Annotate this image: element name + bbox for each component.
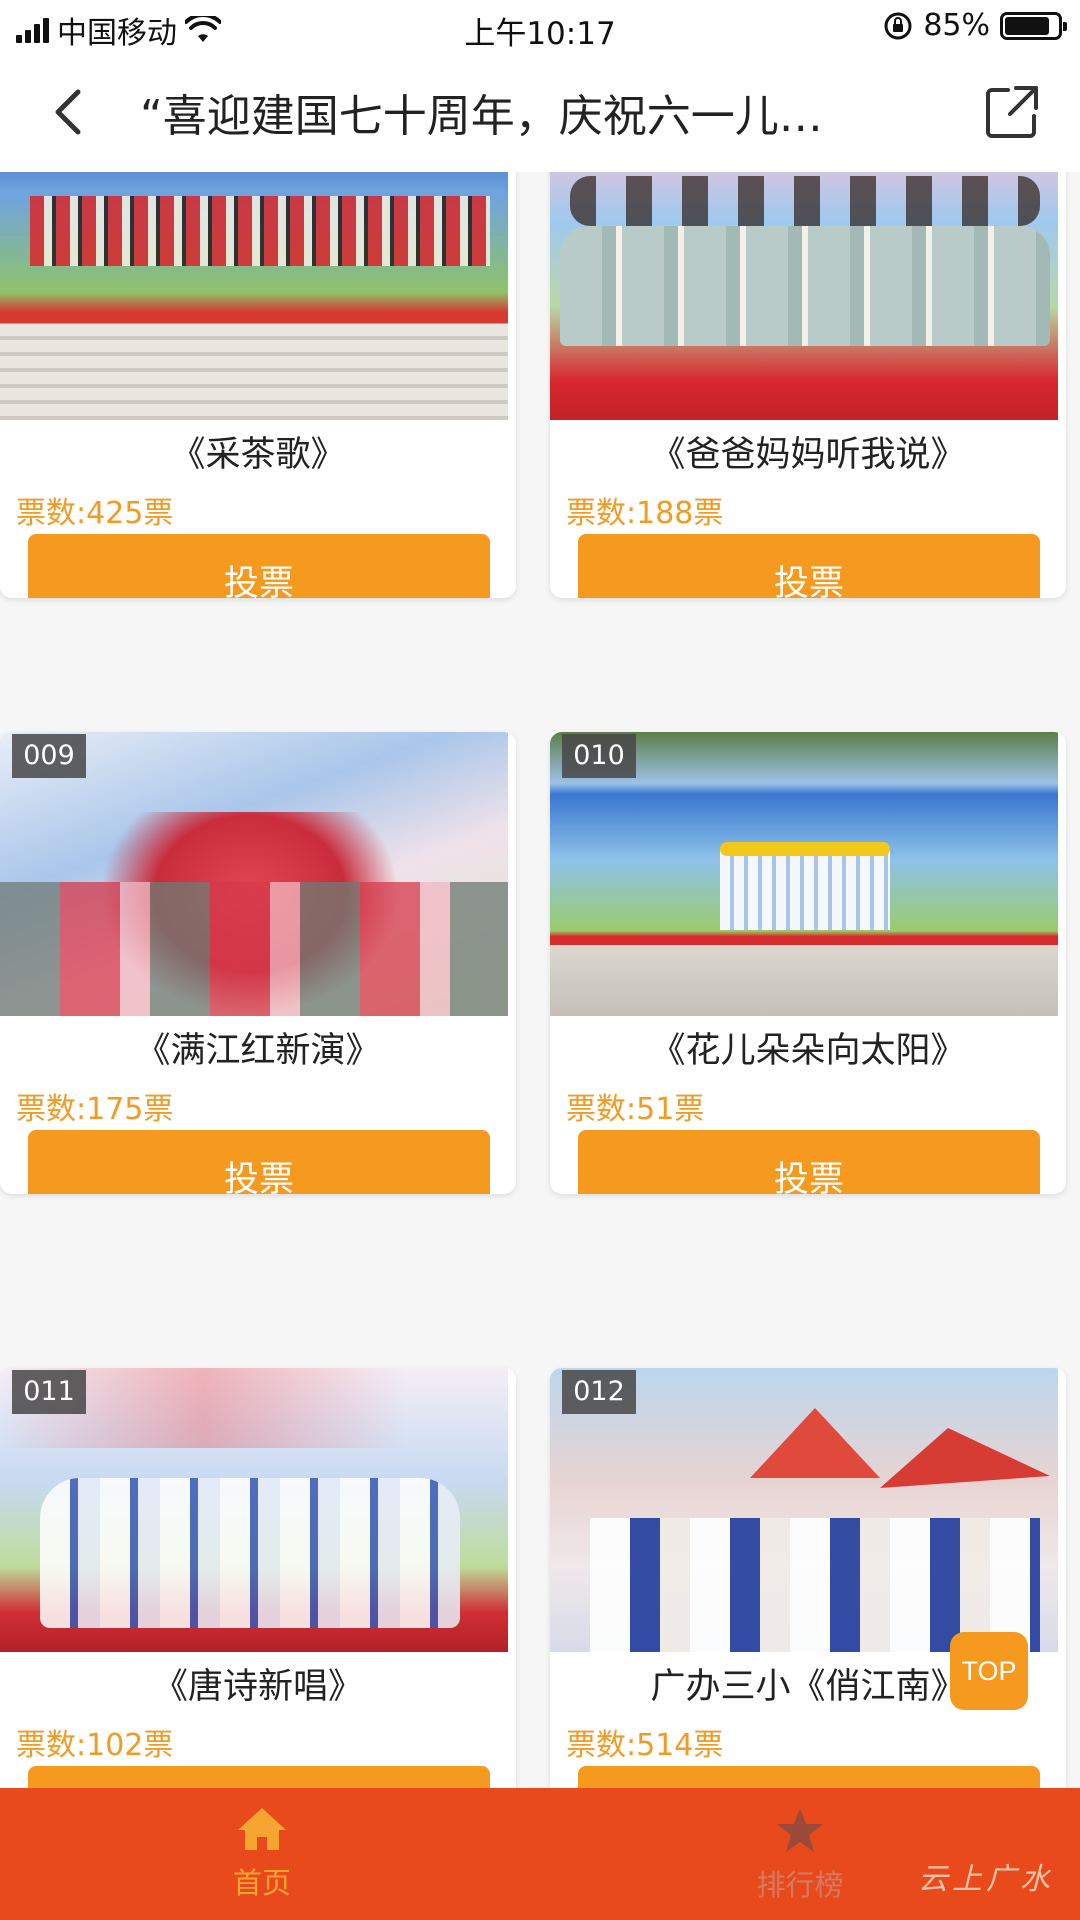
vote-button[interactable]: 投票 [28,1130,490,1194]
item-title: 《唐诗新唱》 [152,1667,363,1707]
tab-home-label: 首页 [232,1866,291,1900]
item-number-badge: 009 [12,734,86,778]
nav-bar: “喜迎建国七十周年，庆祝六一儿… [0,54,1080,172]
vote-count: 票数:102票 [16,1728,174,1763]
performance-photo[interactable] [0,172,508,420]
list-item: 010 《花儿朵朵向太阳》 票数:51票 投票 [550,732,1066,1194]
bottom-tab-bar: 首页 排行榜 云上广水 [0,1788,1080,1920]
vote-count: 票数:514票 [566,1728,724,1763]
performance-photo[interactable]: 011 [0,1368,508,1652]
tab-home[interactable]: 首页 [162,1806,362,1902]
vote-list: 《采茶歌》 票数:425票 投票 《爸爸妈妈听我说》 票数:188票 投票 00… [0,172,1080,1788]
status-right: 85% [883,8,1067,43]
vote-button[interactable]: 投票 [578,534,1040,598]
scroll-to-top-button[interactable]: TOP [950,1632,1028,1710]
performance-photo[interactable]: 012 [550,1368,1058,1652]
rotation-lock-icon [884,12,912,39]
share-icon[interactable] [982,82,1042,142]
brand-logo: 云上广水 [918,1862,1054,1897]
vote-count: 票数:51票 [566,1092,705,1127]
screen: 中国移动 上午10:17 85% “喜迎建国七十周年，庆祝六一儿… 《采茶歌》 … [0,0,1080,1920]
vote-button[interactable]: 投票 [578,1766,1040,1788]
list-item: 011 《唐诗新唱》 票数:102票 投票 [0,1368,516,1788]
vote-button[interactable]: 投票 [28,1766,490,1788]
vote-count: 票数:425票 [16,496,174,531]
tab-ranking-label: 排行榜 [756,1868,844,1902]
star-icon [777,1808,823,1852]
battery-percent: 85% [923,8,990,43]
item-title: 《爸爸妈妈听我说》 [650,435,966,475]
item-title: 《花儿朵朵向太阳》 [650,1031,966,1071]
list-item: 《爸爸妈妈听我说》 票数:188票 投票 [550,172,1066,598]
home-icon [238,1808,286,1850]
back-icon[interactable] [40,82,100,142]
list-item: 009 《满江红新演》 票数:175票 投票 [0,732,516,1194]
battery-icon [1000,11,1067,40]
performance-photo[interactable]: 009 [0,732,508,1016]
vote-button[interactable]: 投票 [28,534,490,598]
status-bar: 中国移动 上午10:17 85% [0,0,1080,54]
list-item: 《采茶歌》 票数:425票 投票 [0,172,516,598]
vote-button[interactable]: 投票 [578,1130,1040,1194]
performance-photo[interactable]: 010 [550,732,1058,1016]
vote-count: 票数:175票 [16,1092,174,1127]
item-number-badge: 012 [562,1370,636,1414]
list-item: 012 广办三小《俏江南》 票数:514票 投票 [550,1368,1066,1788]
item-title: 《满江红新演》 [135,1031,381,1071]
item-title: 《采茶歌》 [170,435,346,475]
item-number-badge: 011 [12,1370,86,1414]
performance-photo[interactable] [550,172,1058,420]
tab-ranking[interactable]: 排行榜 [700,1806,900,1904]
vote-count: 票数:188票 [566,496,724,531]
page-title: “喜迎建国七十周年，庆祝六一儿… [140,91,823,142]
item-number-badge: 010 [562,734,636,778]
